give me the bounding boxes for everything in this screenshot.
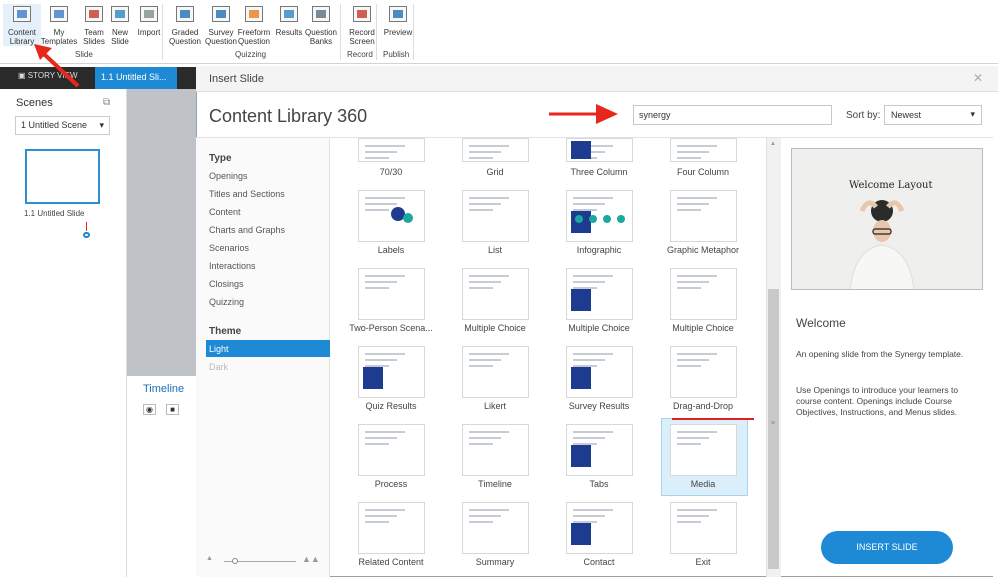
arrow-annotation-ribbon [34,44,80,88]
annotation-arrows [34,44,618,124]
arrow-annotation-search [549,104,618,124]
